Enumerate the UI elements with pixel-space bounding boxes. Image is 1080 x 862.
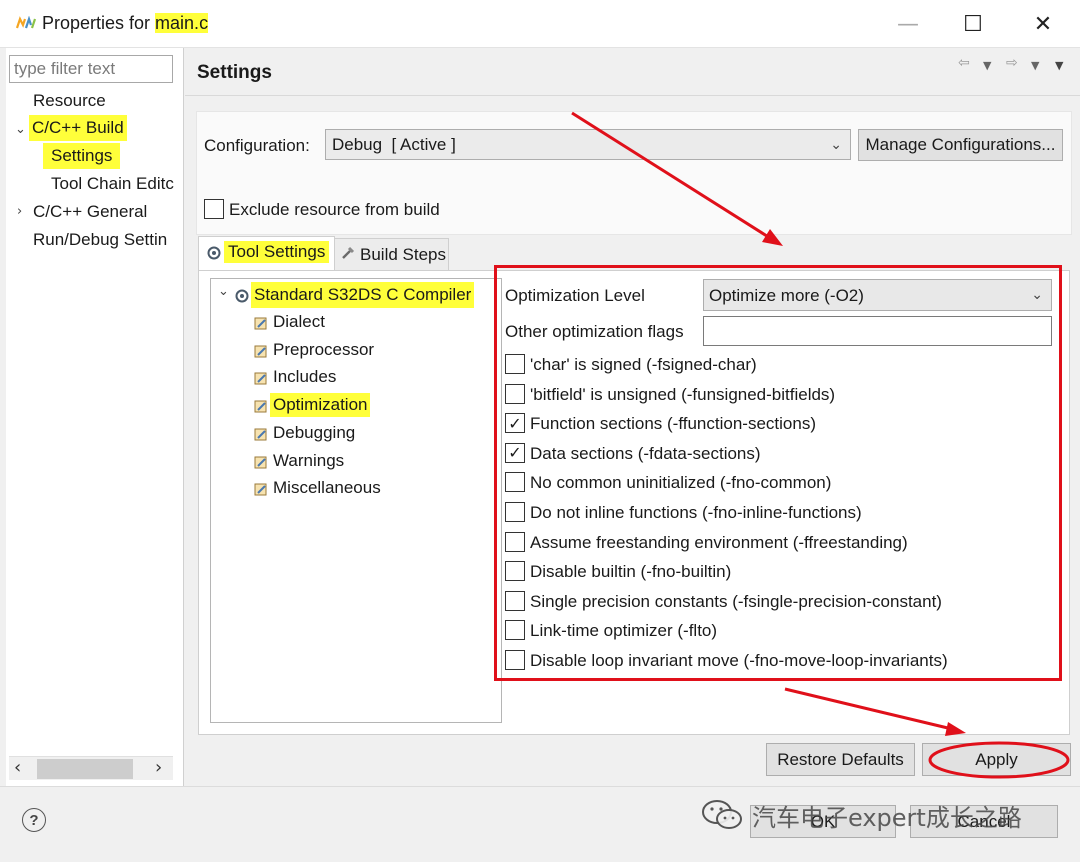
wechat-icon <box>702 800 742 829</box>
watermark-text: 汽车电子expert成长之路 <box>752 803 1022 832</box>
annotation-arrowhead <box>945 722 966 736</box>
annotation-arrow-line <box>784 687 953 731</box>
watermark: 汽车电子expert成长之路 <box>700 795 1060 835</box>
help-icon[interactable]: ? <box>22 808 46 832</box>
annotation-arrow-line <box>571 111 771 240</box>
annotation-red-ellipse <box>928 741 1070 779</box>
annotation-arrowhead <box>762 229 783 246</box>
annotation-overlay <box>571 111 966 736</box>
help-icon-glyph: ? <box>29 811 39 829</box>
restore-defaults-button[interactable]: Restore Defaults <box>766 743 915 776</box>
